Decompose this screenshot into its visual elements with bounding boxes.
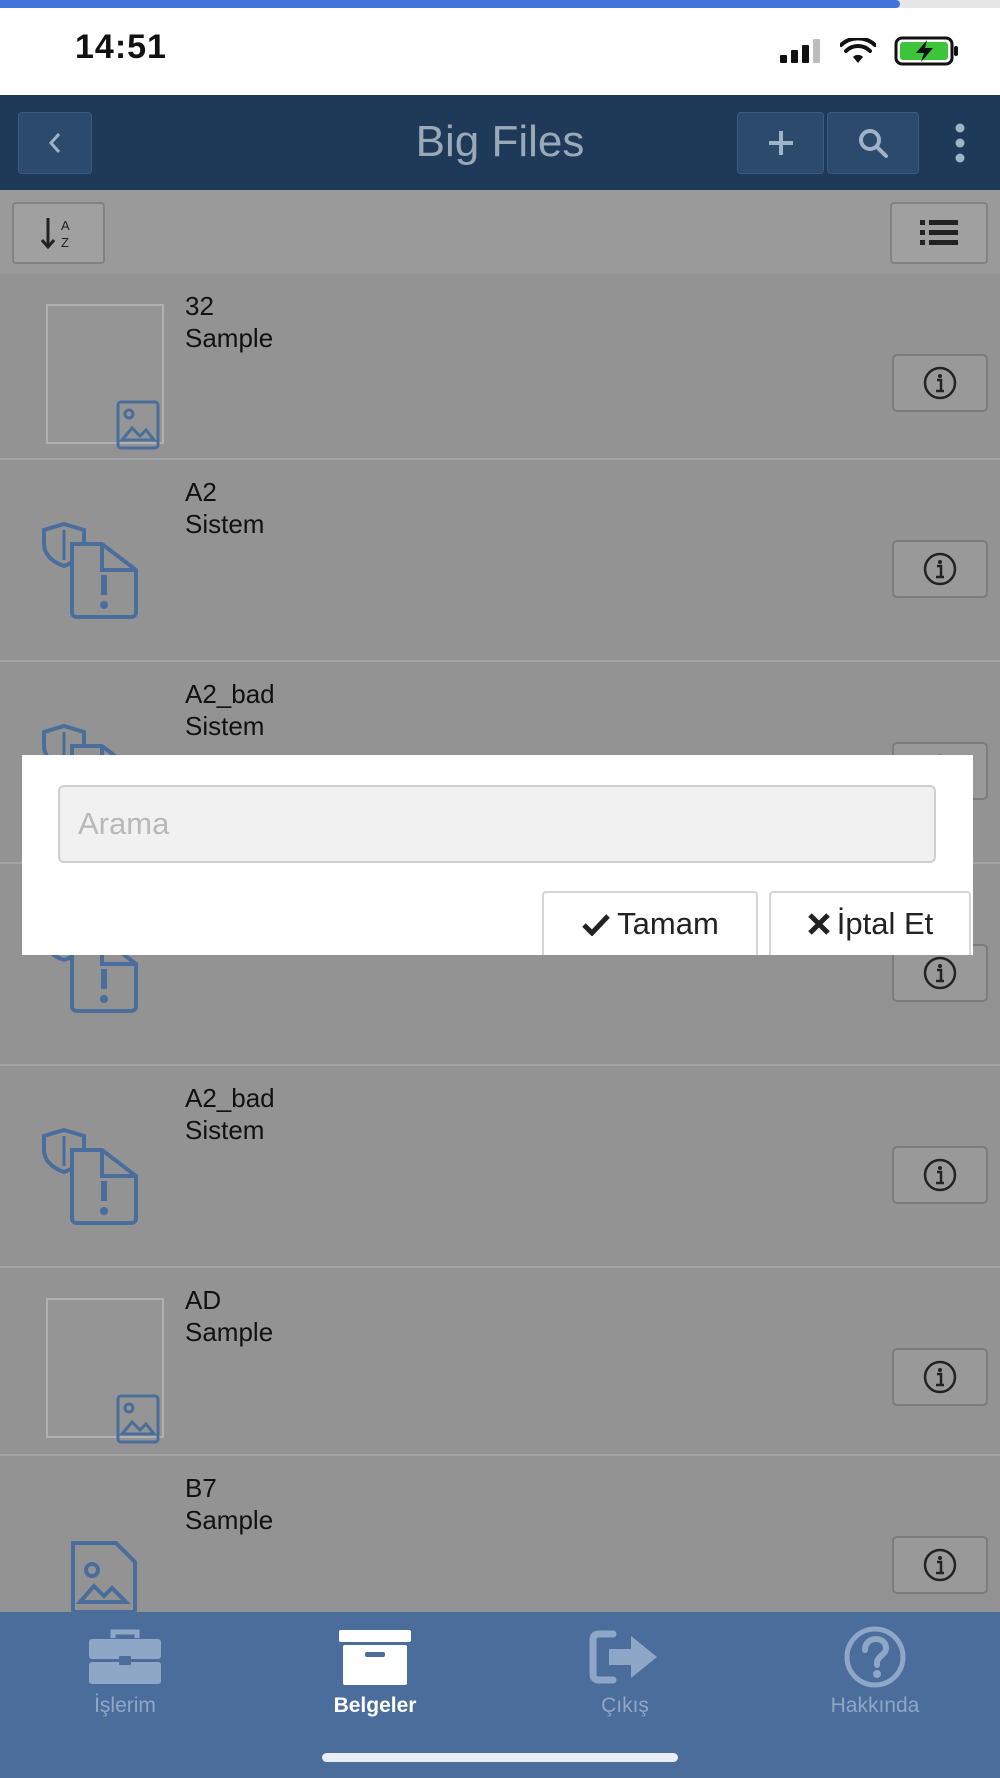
more-vertical-icon — [955, 123, 965, 163]
status-time: 14:51 — [75, 28, 167, 66]
info-button[interactable] — [892, 1348, 988, 1406]
list-item[interactable]: AD Sample — [0, 1268, 1000, 1456]
question-circle-icon — [842, 1622, 908, 1692]
wifi-icon — [840, 38, 876, 63]
battery-charging-icon — [894, 36, 958, 66]
shield-file-warning-icon — [42, 521, 138, 619]
tab-belgeler[interactable]: Belgeler — [275, 1622, 475, 1732]
list-item[interactable]: B7 Sample — [0, 1456, 1000, 1612]
info-icon — [923, 1548, 957, 1582]
file-name: AD — [185, 1285, 222, 1315]
file-category: Sistem — [185, 711, 265, 741]
list-item[interactable]: 32 Sample — [0, 274, 1000, 460]
plus-icon — [768, 131, 793, 155]
info-icon — [923, 1158, 957, 1192]
file-name: A2_bad — [185, 679, 275, 709]
file-category: Sistem — [185, 1115, 265, 1145]
file-category: Sistem — [185, 509, 265, 539]
ok-button-label: Tamam — [617, 906, 719, 941]
svg-text:Z: Z — [61, 235, 69, 250]
tab-label: Hakkında — [830, 1694, 920, 1717]
tab-label: İşlerim — [94, 1694, 156, 1717]
list-icon — [920, 220, 958, 245]
search-icon — [859, 129, 888, 158]
tab-label: Belgeler — [333, 1694, 417, 1717]
status-icons — [780, 36, 960, 66]
list-toolbar: A Z — [0, 190, 1000, 274]
file-category: Sample — [185, 1317, 274, 1347]
list-view-button[interactable] — [890, 202, 988, 264]
check-icon — [582, 914, 610, 936]
image-file-icon — [71, 1541, 137, 1612]
tab-label: Çıkış — [601, 1694, 649, 1717]
info-button[interactable] — [892, 1146, 988, 1204]
briefcase-icon — [87, 1622, 163, 1692]
image-file-icon — [116, 400, 160, 450]
file-name: 32 — [185, 291, 214, 321]
close-icon — [807, 913, 830, 935]
home-indicator[interactable] — [322, 1753, 678, 1762]
info-icon — [923, 956, 957, 990]
tab-hakkinda[interactable]: Hakkında — [775, 1622, 975, 1732]
shield-file-warning-icon — [42, 1127, 138, 1225]
image-file-icon — [116, 1394, 160, 1444]
search-button[interactable] — [827, 112, 919, 174]
archive-box-icon — [337, 1622, 413, 1692]
info-icon — [923, 366, 957, 400]
loading-progress-fill — [0, 0, 900, 8]
navigation-bar: Big Files — [0, 95, 1000, 190]
info-icon — [923, 552, 957, 586]
file-name: A2 — [185, 477, 217, 507]
file-name: B7 — [185, 1473, 217, 1503]
info-button[interactable] — [892, 354, 988, 412]
status-bar: 14:51 — [0, 8, 1000, 95]
tab-cikis[interactable]: Çıkış — [525, 1622, 725, 1732]
info-button[interactable] — [892, 540, 988, 598]
file-category: Sample — [185, 1505, 274, 1535]
thumbnail — [30, 1288, 180, 1444]
cancel-button-label: İptal Et — [836, 906, 934, 941]
svg-text:A: A — [61, 218, 70, 233]
loading-progress-bar — [0, 0, 1000, 8]
thumbnail — [30, 294, 180, 450]
ok-button[interactable]: Tamam — [542, 891, 758, 955]
cancel-button[interactable]: İptal Et — [769, 891, 971, 955]
info-button[interactable] — [892, 1536, 988, 1594]
more-menu-button[interactable] — [945, 115, 975, 171]
file-category: Sample — [185, 323, 274, 353]
search-input[interactable] — [58, 785, 936, 863]
sort-button[interactable]: A Z — [12, 202, 105, 264]
add-button[interactable] — [737, 112, 824, 174]
list-item[interactable]: A2_bad Sistem — [0, 1066, 1000, 1268]
tab-islerim[interactable]: İşlerim — [25, 1622, 225, 1732]
search-dialog: Tamam İptal Et — [22, 755, 973, 955]
sort-alpha-down-icon: A Z — [40, 218, 70, 250]
cellular-signal-icon — [780, 39, 820, 63]
list-item[interactable]: A2 Sistem — [0, 460, 1000, 662]
bottom-tab-bar: İşlerim Belgeler Çıkış Hakkında — [0, 1612, 1000, 1778]
sign-out-icon — [587, 1622, 663, 1692]
file-name: A2_bad — [185, 1083, 275, 1113]
info-icon — [923, 1360, 957, 1394]
